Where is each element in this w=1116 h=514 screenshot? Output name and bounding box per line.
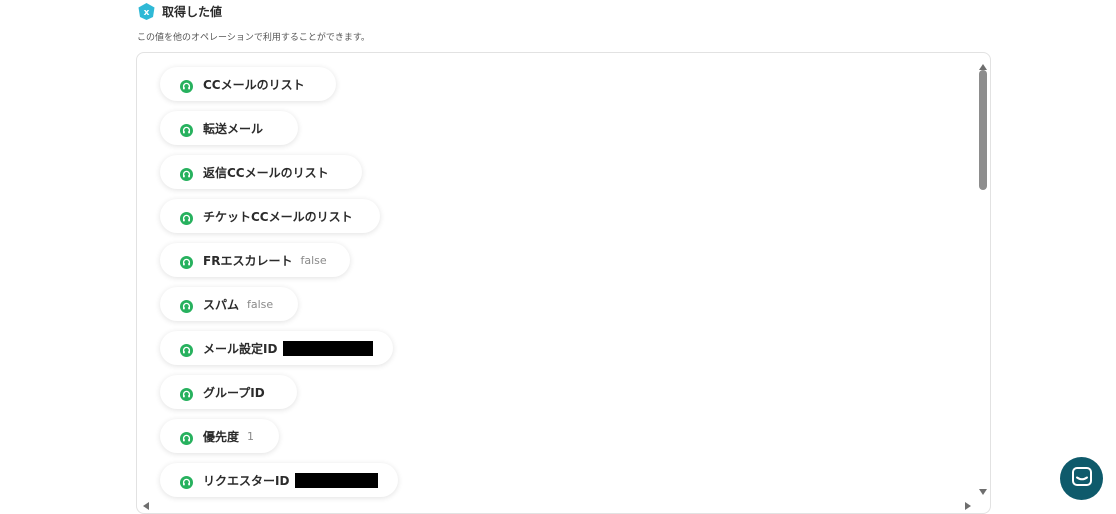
item-label: チケットCCメールのリスト <box>203 209 353 224</box>
svg-text:x: x <box>144 8 150 18</box>
headset-icon <box>180 430 193 445</box>
item-value: false <box>300 253 327 267</box>
chat-bubble-icon <box>1071 466 1093 492</box>
item-label: 転送メール <box>203 121 264 136</box>
item-label: CCメールのリスト <box>203 77 305 92</box>
headset-icon <box>180 122 193 137</box>
item-label: スパム <box>203 297 240 312</box>
vertical-scrollbar[interactable] <box>976 53 990 513</box>
scroll-up-arrow-icon[interactable] <box>978 56 988 70</box>
section-description: この値を他のオペレーションで利用することができます。 <box>137 33 370 43</box>
values-panel: CCメールのリスト 転送メール 返信CCメールのリスト チケットCCメールのリス… <box>136 52 991 514</box>
item-label: 返信CCメールのリスト <box>203 165 329 180</box>
scroll-right-arrow-icon[interactable] <box>964 496 972 510</box>
item-value: 1 <box>247 429 255 443</box>
scroll-down-arrow-icon[interactable] <box>978 481 988 495</box>
section-header: x 取得した値 <box>137 2 222 21</box>
headset-icon <box>180 474 193 489</box>
item-label: FRエスカレート <box>203 253 293 268</box>
x-hexagon-icon: x <box>137 2 156 21</box>
headset-icon <box>180 166 193 181</box>
list-item[interactable]: 優先度 1 <box>160 419 279 453</box>
headset-icon <box>180 210 193 225</box>
headset-icon <box>180 298 193 313</box>
redacted-value <box>295 472 378 488</box>
item-label: メール設定ID <box>203 341 278 356</box>
item-label: 優先度 <box>203 429 240 444</box>
item-label: リクエスターID <box>203 473 290 488</box>
item-value: false <box>247 297 274 311</box>
list-item[interactable]: CCメールのリスト <box>160 67 336 101</box>
list-item[interactable]: FRエスカレート false <box>160 243 350 277</box>
section-title: 取得した値 <box>162 5 223 19</box>
list-item[interactable]: メール設定ID <box>160 331 393 365</box>
headset-icon <box>180 342 193 357</box>
list-item[interactable]: 返信CCメールのリスト <box>160 155 362 189</box>
redacted-value <box>283 340 373 356</box>
list-item[interactable]: 転送メール <box>160 111 298 145</box>
scroll-thumb[interactable] <box>979 70 987 190</box>
headset-icon <box>180 386 193 401</box>
item-label: グループID <box>203 385 265 400</box>
list-item[interactable]: スパム false <box>160 287 298 321</box>
headset-icon <box>180 78 193 93</box>
scroll-left-arrow-icon[interactable] <box>142 496 150 510</box>
list-item[interactable]: リクエスターID <box>160 463 398 497</box>
list-item[interactable]: グループID <box>160 375 297 409</box>
list-item[interactable]: チケットCCメールのリスト <box>160 199 380 233</box>
headset-icon <box>180 254 193 269</box>
chat-support-button[interactable] <box>1060 457 1103 500</box>
